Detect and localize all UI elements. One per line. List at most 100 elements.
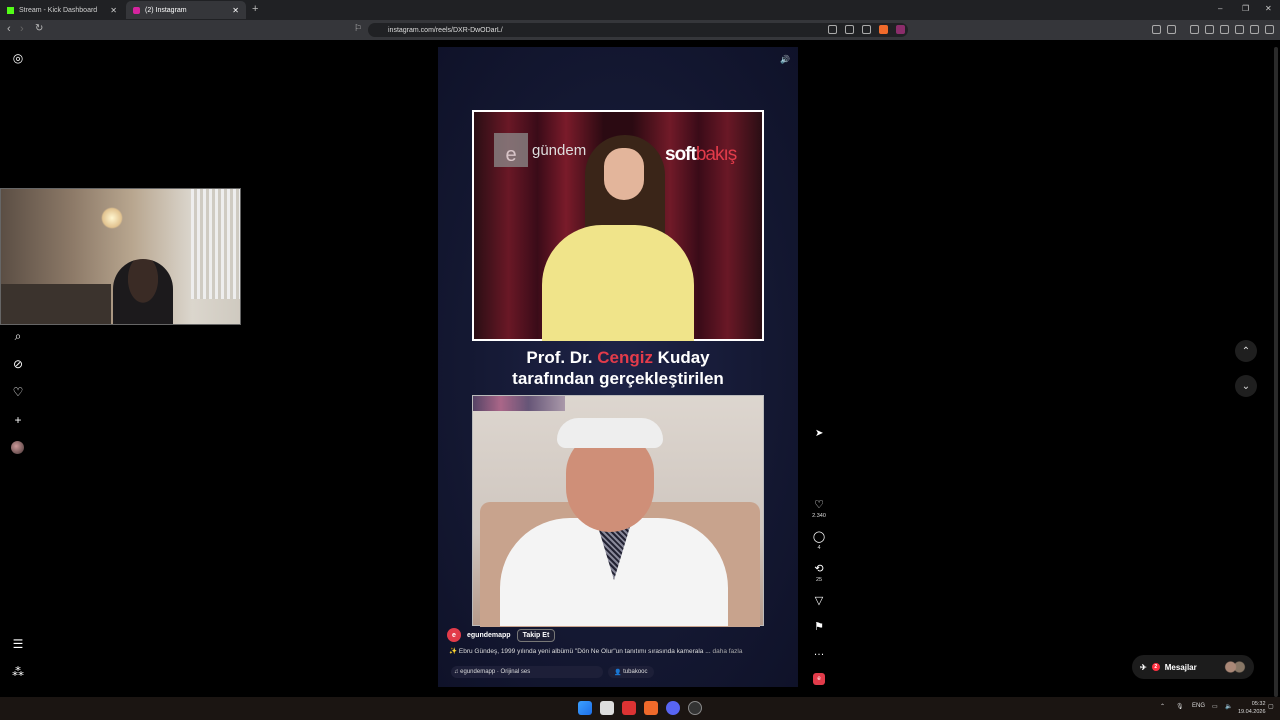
- bookmark-icon[interactable]: ⚐: [354, 23, 362, 34]
- tab-title: (2) Instagram: [145, 6, 187, 14]
- start-windows-icon[interactable]: [578, 701, 592, 715]
- presenter-body: [542, 225, 694, 341]
- clock-time: 05:32: [1251, 701, 1266, 707]
- close-window-icon[interactable]: ✕: [1265, 4, 1272, 13]
- wallet-icon[interactable]: [1167, 25, 1176, 34]
- messages-avatars: [1224, 661, 1246, 673]
- audio-chip[interactable]: ♫ egundemapp · Orijinal ses: [451, 666, 603, 678]
- comment-count: 4: [817, 545, 821, 551]
- egundem-text: gündem: [532, 141, 587, 159]
- close-tab-icon[interactable]: ✕: [110, 6, 117, 15]
- cast-icon[interactable]: [828, 25, 837, 34]
- back-icon[interactable]: ‹: [7, 23, 11, 35]
- app-icon[interactable]: [622, 701, 636, 715]
- repost-count: 25: [815, 577, 823, 583]
- notifications-heart-icon[interactable]: ♡: [11, 385, 25, 399]
- restore-icon[interactable]: ❐: [1242, 4, 1249, 13]
- repost-icon[interactable]: ⟲: [811, 561, 827, 575]
- like-heart-icon[interactable]: ♡: [811, 497, 827, 511]
- translate-icon[interactable]: [845, 25, 854, 34]
- unread-badge: 2: [1151, 663, 1160, 671]
- webcam-overlay: [0, 188, 241, 325]
- media-icon[interactable]: [1190, 25, 1199, 34]
- leo-ai-icon[interactable]: [1235, 25, 1244, 34]
- softbakis-soft: soft: [665, 144, 697, 165]
- page-scrollbar[interactable]: [1274, 47, 1278, 697]
- audio-thumbnail[interactable]: e: [813, 673, 825, 685]
- reload-icon[interactable]: ↻: [35, 23, 43, 34]
- tab-instagram[interactable]: (2) Instagram ✕: [126, 1, 246, 19]
- previous-reel-chevron-up-icon[interactable]: ⌃: [1235, 340, 1257, 362]
- more-link[interactable]: daha fazla: [712, 648, 742, 655]
- rewards-icon[interactable]: [896, 25, 905, 34]
- caption-pre: Prof. Dr.: [526, 348, 598, 367]
- discord-icon[interactable]: [666, 701, 680, 715]
- instagram-logo-icon[interactable]: ◎: [11, 51, 25, 65]
- thumbnail-strip: [473, 396, 565, 411]
- url-field[interactable]: instagram.com/reels/DXR-DwODarL/: [368, 23, 908, 37]
- mic-icon[interactable]: 🎙: [1176, 703, 1184, 710]
- account-name[interactable]: egundemapp: [467, 632, 511, 639]
- tray-chevron-icon[interactable]: ⌃: [1160, 703, 1165, 710]
- reel-caption: Prof. Dr. Cengiz Kuday tarafından gerçek…: [472, 347, 764, 389]
- brave-shield-icon[interactable]: [879, 25, 888, 34]
- caption-post: Kuday: [652, 348, 710, 367]
- brave-browser-icon[interactable]: [644, 701, 658, 715]
- task-view-icon[interactable]: [600, 701, 614, 715]
- share-send-icon[interactable]: ▽: [811, 593, 827, 607]
- messages-icon: ✈: [1140, 662, 1147, 672]
- create-plus-icon[interactable]: +: [11, 413, 25, 427]
- minimize-icon[interactable]: –: [1218, 4, 1222, 13]
- share-icon[interactable]: [862, 25, 871, 34]
- tagged-user-chip[interactable]: 👤 tubakooc: [608, 666, 654, 678]
- caption-line2: tarafından gerçekleştirilen: [512, 369, 724, 388]
- tab-kick-dashboard[interactable]: Stream - Kick Dashboard ✕: [0, 1, 124, 19]
- tabs-icon[interactable]: [1220, 25, 1229, 34]
- streamer: [113, 259, 173, 324]
- window-blinds: [191, 189, 240, 299]
- account-avatar[interactable]: e: [447, 628, 461, 642]
- comment-icon[interactable]: ◯: [811, 529, 827, 543]
- windows-taskbar: [0, 697, 1280, 720]
- next-reel-chevron-down-icon[interactable]: ⌄: [1235, 375, 1257, 397]
- search-icon[interactable]: ⌕: [11, 329, 25, 343]
- instagram-favicon-icon: [133, 6, 140, 14]
- forward-icon[interactable]: ›: [20, 23, 24, 35]
- save-bookmark-icon[interactable]: ⚑: [811, 619, 827, 633]
- audio-label: egundemapp · Orijinal ses: [460, 669, 531, 675]
- also-from-meta-icon[interactable]: ⁂: [11, 665, 25, 679]
- system-clock[interactable]: 05:32 19.04.2026: [1238, 700, 1266, 716]
- new-tab-icon[interactable]: +: [252, 3, 258, 15]
- vpn-icon[interactable]: [1250, 25, 1259, 34]
- tagged-user-label: tubakooc: [623, 669, 648, 675]
- language-indicator[interactable]: ENG: [1192, 703, 1205, 709]
- url-text: instagram.com/reels/DXR-DwODarL/: [388, 26, 503, 34]
- sidebar-icon[interactable]: [1205, 25, 1214, 34]
- volume-icon[interactable]: 🔊: [780, 55, 792, 67]
- follow-button[interactable]: Takip Et: [516, 628, 556, 642]
- softbakis-logo: softbakış: [665, 144, 737, 166]
- network-icon[interactable]: ▭: [1212, 703, 1218, 710]
- mouse-cursor-icon: ➤: [815, 428, 824, 439]
- messages-label: Mesajlar: [1164, 662, 1197, 672]
- speaker-icon[interactable]: 🔈: [1225, 703, 1232, 710]
- menu-icon[interactable]: [1265, 25, 1274, 34]
- close-tab-icon[interactable]: ✕: [232, 6, 239, 15]
- profile-avatar[interactable]: [11, 441, 24, 454]
- more-menu-icon[interactable]: ☰: [11, 637, 25, 651]
- person-icon: 👤: [614, 669, 624, 676]
- explore-icon[interactable]: ⊘: [11, 357, 25, 371]
- egundem-mark-icon: e: [494, 133, 528, 167]
- account-row: e egundemapp Takip Et: [447, 628, 556, 642]
- notifications-icon[interactable]: ▢: [1268, 703, 1274, 710]
- extension-icon[interactable]: [1152, 25, 1161, 34]
- lamp-light: [101, 207, 123, 229]
- kick-favicon-icon: [7, 6, 14, 14]
- obs-icon[interactable]: [688, 701, 702, 715]
- messages-button[interactable]: ✈ 2 Mesajlar: [1132, 655, 1254, 679]
- reel-description: ✨ Ebru Gündeş, 1999 yılında yeni albümü …: [449, 647, 789, 655]
- dining-table: [1, 284, 111, 324]
- more-options-icon[interactable]: …: [811, 645, 827, 659]
- tab-title: Stream - Kick Dashboard: [19, 6, 98, 14]
- doctor-hair: [557, 418, 663, 448]
